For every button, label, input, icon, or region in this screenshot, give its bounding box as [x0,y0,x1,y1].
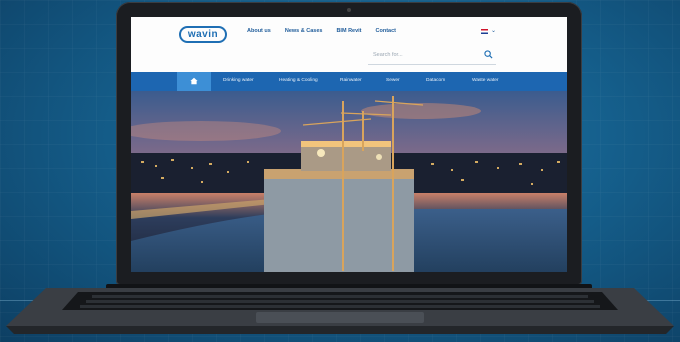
nav-bim-revit[interactable]: BIM Revit [336,28,361,34]
menu-heating-cooling[interactable]: Heating & Cooling [279,78,318,83]
nav-news-cases[interactable]: News & Cases [285,28,323,34]
construction-site-dusk-photo [131,91,567,272]
search-field[interactable]: Search for... [368,49,496,65]
category-menu: Drinking water Heating & Cooling Rainwat… [131,72,567,91]
nav-about-us[interactable]: About us [247,28,271,34]
search-placeholder[interactable]: Search for... [373,52,403,58]
webcam [347,8,351,12]
site-header: wavin About us News & Cases BIM Revit Co… [131,17,567,72]
menu-drinking-water[interactable]: Drinking water [223,78,254,83]
search-icon[interactable] [484,50,493,59]
menu-sewer[interactable]: Sewer [386,78,400,83]
wavin-logo[interactable]: wavin [179,26,227,43]
laptop-lid: wavin About us News & Cases BIM Revit Co… [116,2,582,285]
hero-image [131,91,567,272]
nav-contact[interactable]: Contact [376,28,396,34]
menu-waste-water[interactable]: Waste water [472,78,498,83]
menu-rainwater[interactable]: Rainwater [340,78,362,83]
top-navigation: About us News & Cases BIM Revit Contact [247,28,396,34]
laptop-screen: wavin About us News & Cases BIM Revit Co… [131,17,567,272]
chevron-down-icon[interactable]: ⌄ [491,27,496,34]
uk-flag-icon[interactable] [481,29,488,34]
home-icon [190,77,198,85]
menu-datacom[interactable]: Datacom [426,78,445,83]
laptop-keyboard-base [6,288,674,334]
menu-home-button[interactable] [177,72,211,91]
